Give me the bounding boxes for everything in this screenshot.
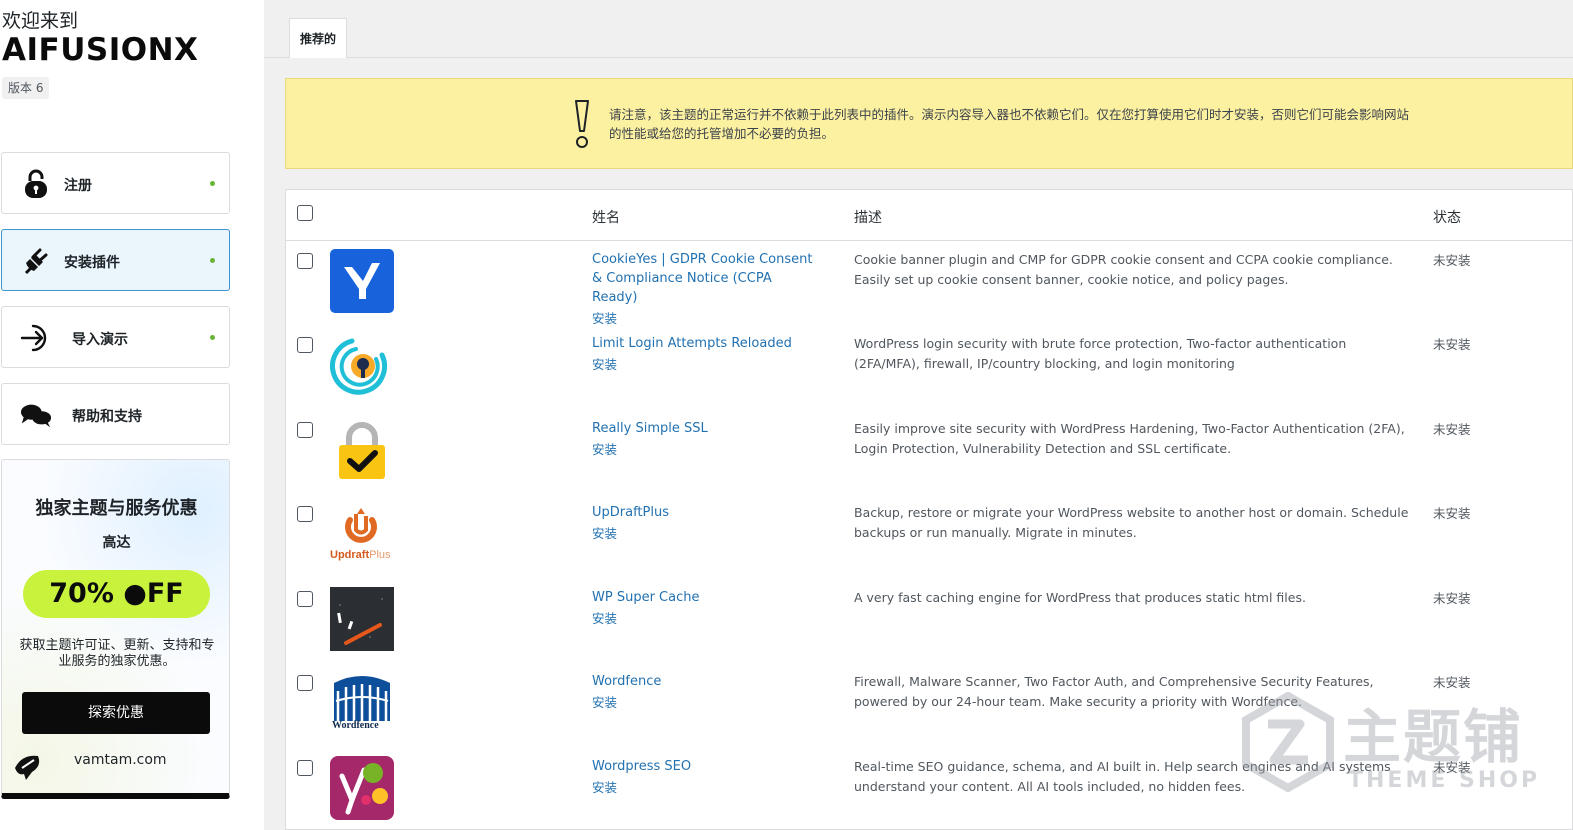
promo-site-link[interactable]: vamtam.com [74, 752, 167, 768]
wordfence-icon: Wordfence [330, 671, 394, 735]
table-header: 姓名 描述 状态 [286, 190, 1572, 241]
nav-label-help-support: 帮助和支持 [72, 409, 142, 425]
table-row: Wordpress SEO 安装 Real-time SEO guidance,… [286, 749, 1572, 830]
table-row: Limit Login Attempts Reloaded 安装 WordPre… [286, 326, 1572, 410]
plugins-table: 姓名 描述 状态 CookieYes | GDPR Cookie Consent… [285, 189, 1573, 830]
plugin-description: Cookie banner plugin and CMP for GDPR co… [854, 252, 1393, 287]
install-link[interactable]: 安装 [592, 609, 817, 628]
plugin-name-link[interactable]: Wordfence [592, 674, 661, 689]
yoast-icon [330, 756, 394, 820]
nav-label-install-plugins: 安装插件 [64, 255, 120, 271]
plugin-name-link[interactable]: Wordpress SEO [592, 759, 691, 774]
import-arrow-icon [20, 322, 52, 354]
plugin-description: Backup, restore or migrate your WordPres… [854, 505, 1409, 540]
exclamation-icon [573, 98, 591, 150]
plugin-description: WordPress login security with brute forc… [854, 336, 1347, 371]
row-checkbox[interactable] [297, 591, 313, 607]
column-header-description: 描述 [854, 210, 882, 226]
table-row: WP Super Cache 安装 A very fast caching en… [286, 580, 1572, 664]
tab-recommended[interactable]: 推荐的 [289, 18, 347, 58]
plugin-status: 未安装 [1433, 253, 1471, 268]
plugin-status: 未安装 [1433, 422, 1471, 437]
plug-icon [20, 245, 52, 277]
status-dot [210, 258, 215, 263]
plugin-name-link[interactable]: WP Super Cache [592, 590, 699, 605]
brand-name: AIFUSIONX [2, 32, 199, 68]
explore-offers-button[interactable]: 探索优惠 [22, 692, 210, 734]
status-dot [210, 181, 215, 186]
nav-label-register: 注册 [64, 178, 92, 194]
install-link[interactable]: 安装 [592, 524, 817, 543]
plugin-status: 未安装 [1433, 337, 1471, 352]
row-checkbox[interactable] [297, 422, 313, 438]
plugin-status: 未安装 [1433, 506, 1471, 521]
plugin-status: 未安装 [1433, 591, 1471, 606]
promo-subtitle: 高达 [102, 535, 131, 551]
nav-item-import-demo[interactable]: 导入演示 [1, 306, 230, 368]
plugin-name-cell: Wordfence 安装 [592, 672, 817, 712]
discount-badge: 70% ●FF [23, 570, 210, 618]
row-checkbox[interactable] [297, 675, 313, 691]
chat-bubbles-icon [20, 399, 52, 431]
wordfence-logo-text: Wordfence [332, 720, 379, 731]
plugin-description: A very fast caching engine for WordPress… [854, 590, 1306, 605]
padlock-check-icon [330, 418, 394, 482]
row-checkbox[interactable] [297, 760, 313, 776]
column-header-status: 状态 [1433, 210, 1461, 226]
plugin-name-link[interactable]: Limit Login Attempts Reloaded [592, 336, 792, 351]
promo-description: 获取主题许可证、更新、支持和专业服务的独家优惠。 [19, 638, 215, 669]
select-all-checkbox[interactable] [297, 205, 313, 221]
nav-item-help-support[interactable]: 帮助和支持 [1, 383, 230, 445]
plugin-name-link[interactable]: CookieYes | GDPR Cookie Consent & Compli… [592, 252, 812, 305]
speedometer-icon [330, 587, 394, 651]
promo-title: 独家主题与服务优惠 [35, 498, 198, 519]
table-row: CookieYes | GDPR Cookie Consent & Compli… [286, 242, 1572, 326]
install-link[interactable]: 安装 [592, 440, 817, 459]
vamtam-logo-icon [12, 750, 46, 784]
nav-item-install-plugins[interactable]: 安装插件 [1, 229, 230, 291]
sidebar: 欢迎来到 AIFUSIONX 版本 6 注册 安装插件 导入演示 帮助和支持 独… [0, 0, 264, 830]
tab-divider [264, 57, 1573, 58]
row-checkbox[interactable] [297, 506, 313, 522]
promo-card: 独家主题与服务优惠 高达 70% ●FF 获取主题许可证、更新、支持和专业服务的… [1, 459, 230, 799]
plugin-name-cell: Really Simple SSL 安装 [592, 419, 817, 459]
plugin-name-cell: Limit Login Attempts Reloaded 安装 [592, 334, 817, 374]
table-row: UpdraftPlus UpDraftPlus 安装 Backup, resto… [286, 495, 1572, 579]
plugin-status: 未安装 [1433, 675, 1471, 690]
plugin-description: Firewall, Malware Scanner, Two Factor Au… [854, 674, 1374, 709]
notice-text: 请注意，该主题的正常运行并不依赖于此列表中的插件。演示内容导入器也不依赖它们。仅… [609, 107, 1410, 141]
version-badge: 版本 6 [2, 77, 50, 99]
plugin-name-cell: UpDraftPlus 安装 [592, 503, 817, 543]
plugin-name-cell: WP Super Cache 安装 [592, 588, 817, 628]
lock-icon [20, 168, 52, 200]
table-row: Wordfence Wordfence 安装 Firewall, Malware… [286, 664, 1572, 748]
cookieyes-icon [330, 249, 394, 313]
install-link[interactable]: 安装 [592, 693, 817, 712]
column-header-name: 姓名 [592, 210, 620, 226]
install-link[interactable]: 安装 [592, 778, 817, 797]
status-dot [210, 335, 215, 340]
plugin-description: Real-time SEO guidance, schema, and AI b… [854, 759, 1391, 794]
nav-label-import-demo: 导入演示 [72, 332, 128, 348]
table-row: Really Simple SSL 安装 Easily improve site… [286, 411, 1572, 495]
nav-item-register[interactable]: 注册 [1, 152, 230, 214]
row-checkbox[interactable] [297, 253, 313, 269]
limit-login-icon [330, 333, 394, 397]
welcome-text: 欢迎来到 [2, 10, 79, 32]
plugin-description: Easily improve site security with WordPr… [854, 421, 1405, 456]
updraftplus-icon: UpdraftPlus [330, 502, 394, 566]
plugin-name-cell: CookieYes | GDPR Cookie Consent & Compli… [592, 250, 817, 328]
row-checkbox[interactable] [297, 337, 313, 353]
updraftplus-logo-text: UpdraftPlus [330, 549, 391, 561]
plugin-name-link[interactable]: Really Simple SSL [592, 421, 708, 436]
plugin-name-link[interactable]: UpDraftPlus [592, 505, 669, 520]
notice-banner: 请注意，该主题的正常运行并不依赖于此列表中的插件。演示内容导入器也不依赖它们。仅… [285, 78, 1573, 169]
plugin-name-cell: Wordpress SEO 安装 [592, 757, 817, 797]
plugin-status: 未安装 [1433, 760, 1471, 775]
install-link[interactable]: 安装 [592, 355, 817, 374]
